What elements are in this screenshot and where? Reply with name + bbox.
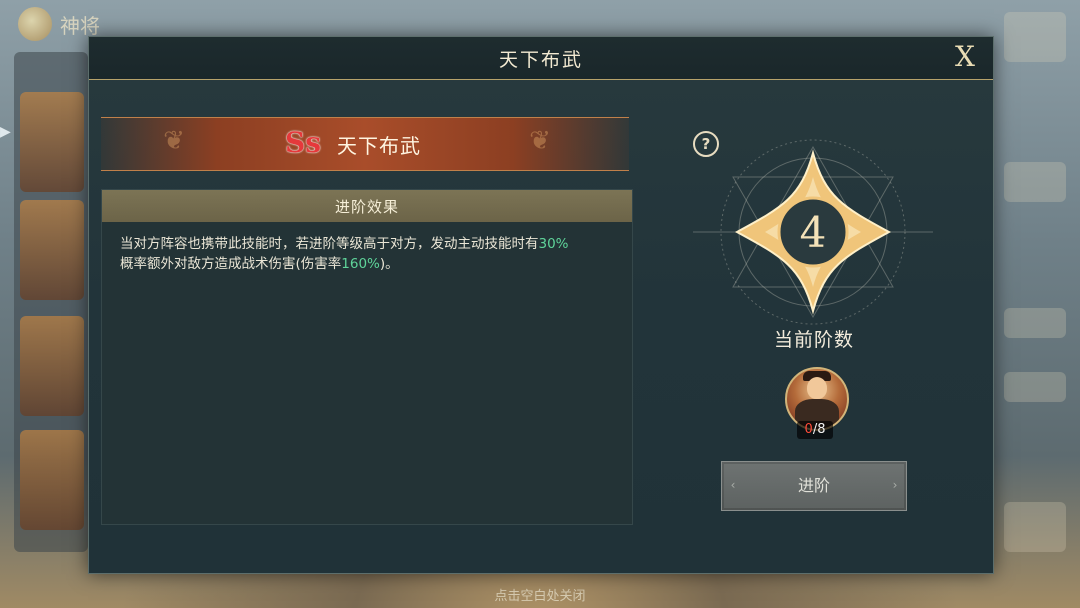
effect-damage-rate-value: 160%: [341, 256, 380, 272]
background-card: [20, 316, 84, 416]
material-count: 0/8: [797, 421, 833, 439]
laurel-right-icon: ❦: [529, 126, 551, 156]
background-title: 神将: [60, 13, 100, 38]
button-deco-left-icon: ‹: [730, 478, 736, 492]
close-button[interactable]: X: [949, 39, 981, 75]
current-stage-label: 当前阶数: [773, 329, 854, 351]
background-right-panel: [1004, 12, 1072, 552]
skill-advance-dialog: 天下布武 X ❦ Ss 天下布武 ❦ ? 进阶效果 当对方阵容也携带此技能时，若…: [88, 36, 994, 574]
close-hint-text: 点击空白处关闭: [494, 589, 586, 604]
background-card: [20, 92, 84, 192]
gold-coin-icon: [18, 7, 52, 41]
effect-header: 进阶效果: [102, 190, 632, 222]
effect-panel: 进阶效果 当对方阵容也携带此技能时，若进阶等级高于对方，发动主动技能时有30% …: [101, 189, 633, 525]
effect-chance-value: 30%: [538, 236, 569, 252]
effect-line1-text: 当对方阵容也携带此技能时，若进阶等级高于对方，发动主动技能时有: [120, 236, 539, 252]
material-owned: 0: [804, 422, 813, 437]
effect-line2-suffix: )。: [379, 256, 399, 272]
skill-name: 天下布武: [337, 134, 421, 158]
dialog-title: 天下布武: [498, 48, 583, 71]
background-card: [20, 200, 84, 300]
skill-banner: ❦ Ss 天下布武 ❦: [101, 117, 629, 171]
material-required: /8: [812, 422, 826, 437]
advance-button[interactable]: ‹ 进阶 ›: [721, 461, 907, 511]
button-deco-right-icon: ›: [892, 478, 898, 492]
effect-description: 当对方阵容也携带此技能时，若进阶等级高于对方，发动主动技能时有30% 概率额外对…: [102, 222, 632, 274]
background-card: [20, 430, 84, 530]
skill-rank-badge: Ss: [285, 126, 321, 159]
stage-number: 4: [800, 208, 827, 257]
stage-emblem: 4: [693, 139, 933, 325]
dialog-header: 天下布武 X: [89, 37, 993, 80]
side-arrow-icon[interactable]: ▶: [0, 124, 11, 146]
laurel-left-icon: ❦: [163, 126, 185, 156]
effect-line2-text: 概率额外对敌方造成战术伤害(伤害率: [120, 256, 342, 272]
advance-button-label: 进阶: [797, 476, 830, 495]
